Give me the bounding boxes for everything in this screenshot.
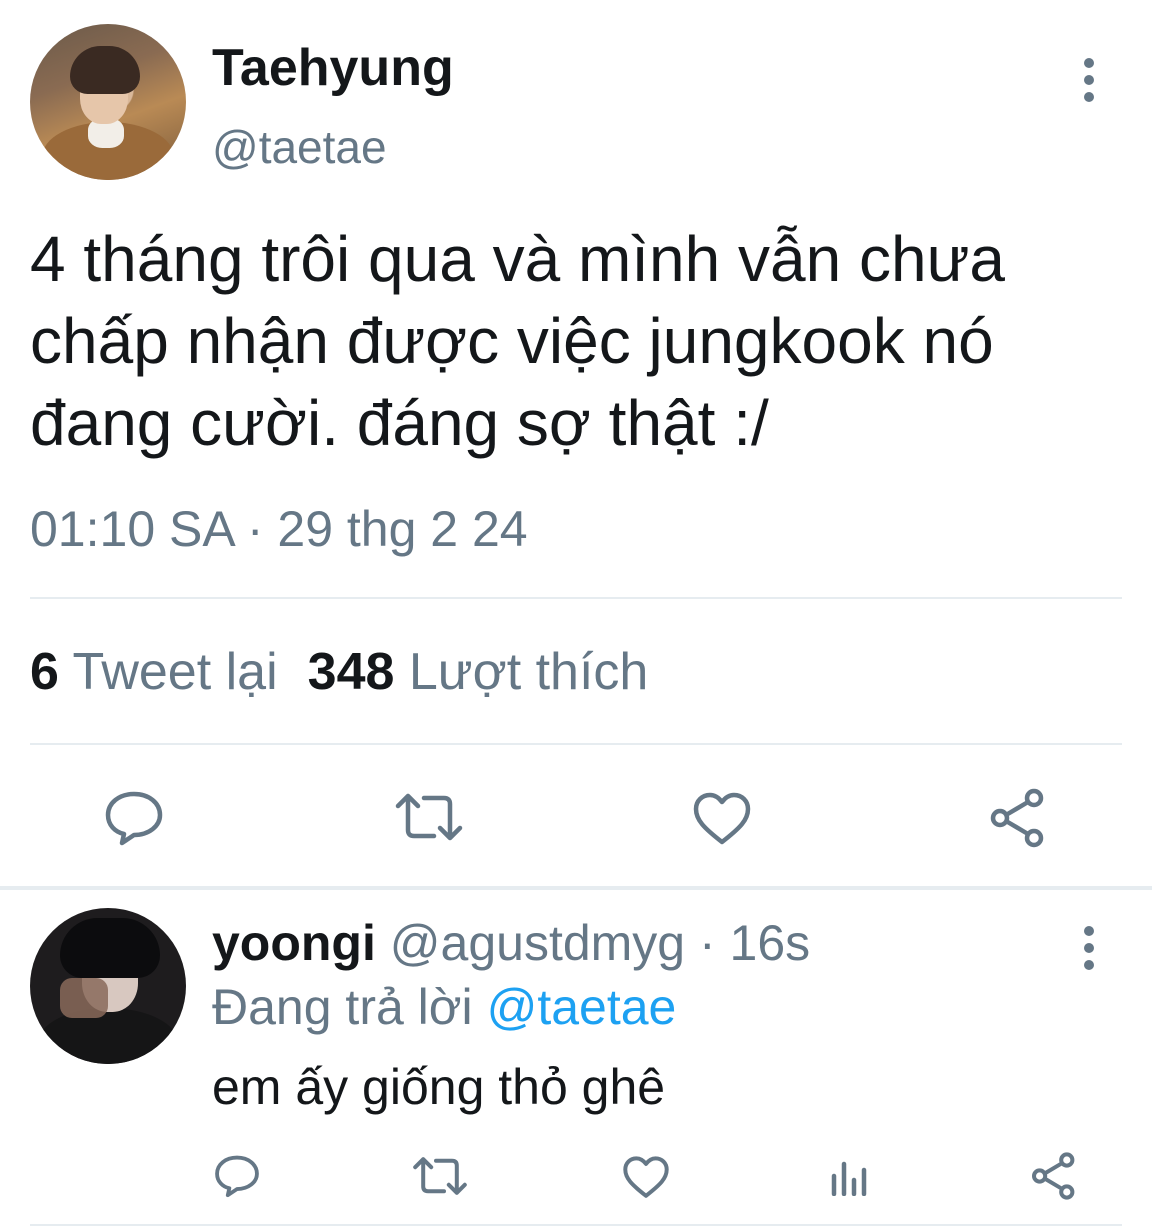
share-icon[interactable] (1030, 1152, 1078, 1200)
retweet-count: 6 (30, 643, 59, 701)
like-stat[interactable]: 348 Lượt thích (308, 643, 649, 701)
more-vertical-icon[interactable] (1083, 58, 1095, 106)
reply-display-name[interactable]: yoongi (212, 915, 376, 971)
like-label: Lượt thích (408, 643, 649, 701)
reply-header: yoongi @agustdmyg · 16s (212, 914, 810, 972)
replying-to-mention[interactable]: @taetae (487, 979, 677, 1035)
heart-icon[interactable] (622, 1156, 670, 1199)
divider (30, 597, 1122, 599)
divider (30, 743, 1122, 745)
retweet-label: Tweet lại (72, 643, 278, 701)
divider (30, 1224, 1122, 1226)
share-icon[interactable] (988, 788, 1048, 848)
retweet-icon[interactable] (412, 1156, 468, 1196)
heart-icon[interactable] (692, 792, 752, 846)
retweet-icon[interactable] (394, 792, 464, 842)
tweet-stats: 6 Tweet lại 348 Lượt thích (30, 642, 648, 702)
author-avatar[interactable] (30, 24, 186, 180)
reply-author-avatar[interactable] (30, 908, 186, 1064)
reply-handle-time[interactable]: @agustdmyg · 16s (390, 915, 810, 971)
reply-icon[interactable] (104, 790, 164, 846)
replying-to: Đang trả lời @taetae (212, 978, 676, 1036)
reply-tweet[interactable]: yoongi @agustdmyg · 16s Đang trả lời @ta… (0, 890, 1152, 1227)
tweet-text: 4 tháng trôi qua và mình vẫn chưa chấp n… (30, 223, 1005, 459)
more-vertical-icon[interactable] (1083, 926, 1095, 974)
reply-text: em ấy giống thỏ ghê (212, 1059, 666, 1115)
replying-to-label: Đang trả lời (212, 979, 473, 1035)
tweet-timestamp[interactable]: 01:10 SA · 29 thg 2 24 (30, 500, 528, 558)
author-handle[interactable]: @taetae (212, 120, 387, 174)
reply-icon[interactable] (214, 1154, 260, 1198)
like-count: 348 (307, 643, 395, 701)
retweet-stat[interactable]: 6 Tweet lại (30, 643, 278, 701)
author-display-name[interactable]: Taehyung (212, 38, 454, 98)
analytics-icon[interactable] (830, 1156, 870, 1196)
main-tweet: Taehyung @taetae 4 tháng trôi qua và mìn… (0, 0, 1152, 888)
